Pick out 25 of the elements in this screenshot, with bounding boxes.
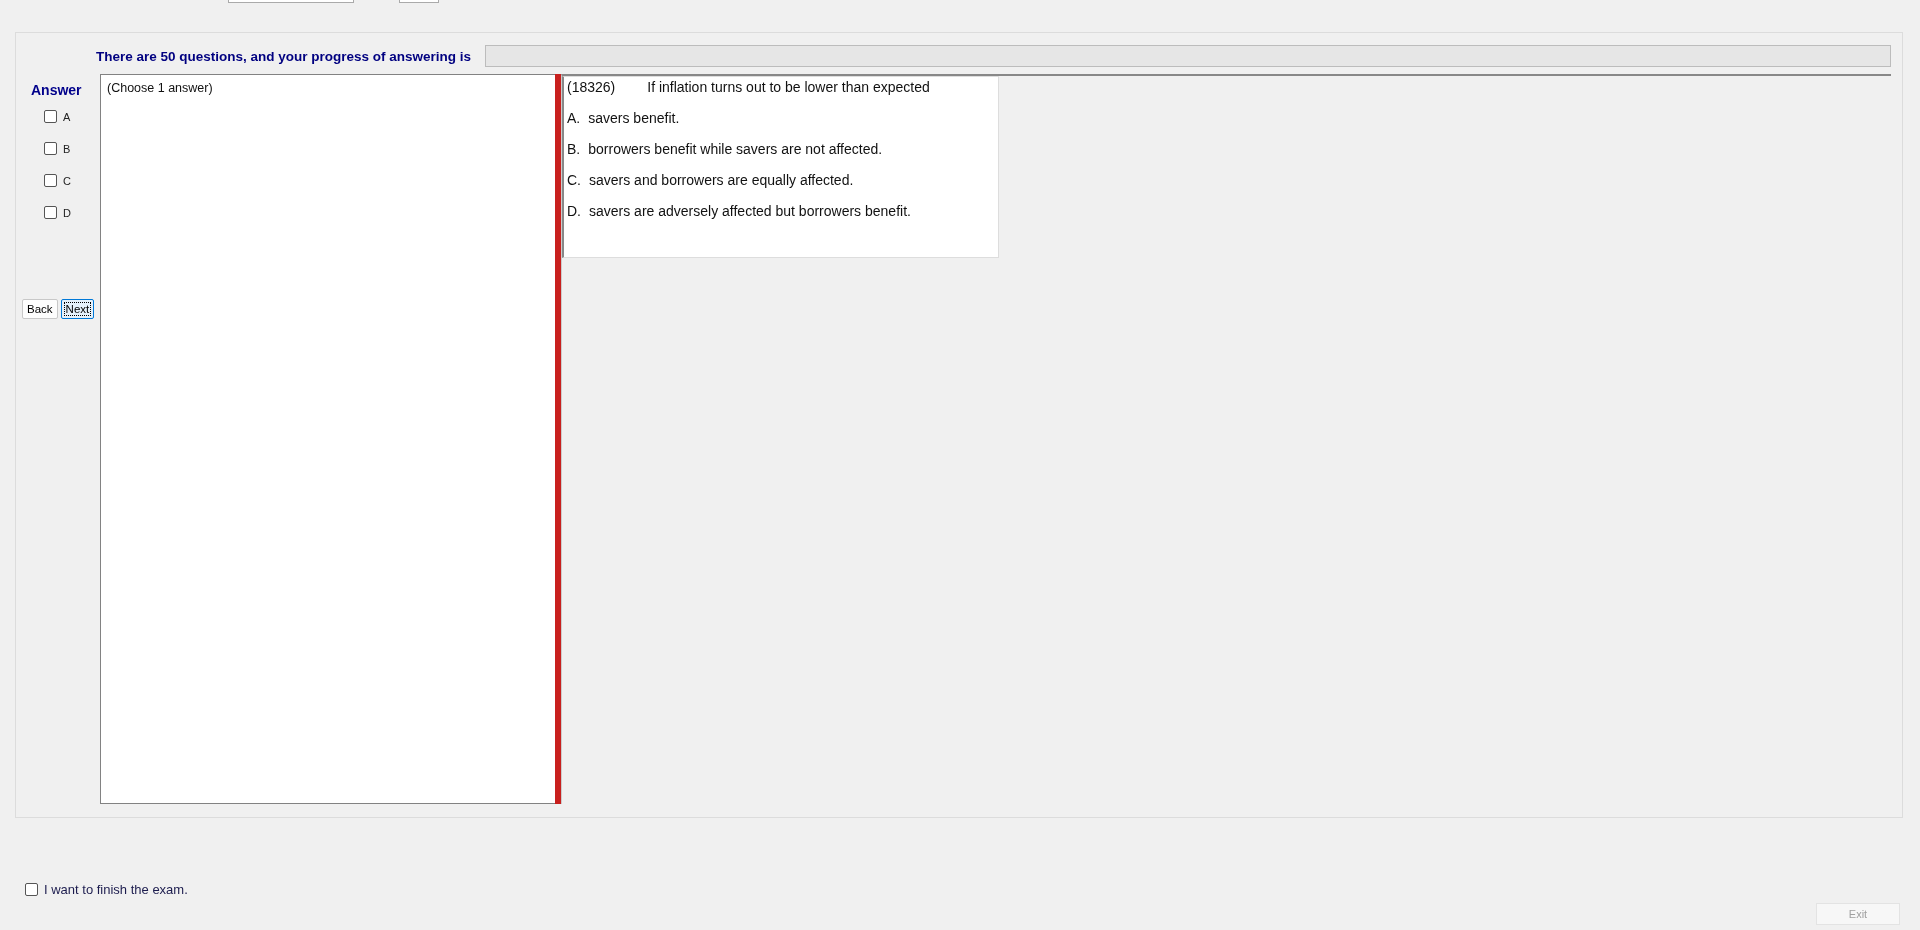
choice-text: savers benefit. xyxy=(588,110,680,126)
choice-letter: C. xyxy=(567,172,581,188)
choice-letter: D. xyxy=(567,203,581,219)
choice-text: savers are adversely affected but borrowers benefit. xyxy=(589,203,911,219)
checkbox[interactable] xyxy=(25,883,38,896)
question-number: (18326) xyxy=(567,79,616,95)
checkbox[interactable] xyxy=(44,110,57,123)
answer-box[interactable]: (Choose 1 answer) xyxy=(100,74,555,804)
choice-text: savers and borrowers are equally affected. xyxy=(589,172,854,188)
next-button[interactable]: Next xyxy=(60,299,95,319)
question-text: If inflation turns out to be lower than expected xyxy=(647,79,930,95)
back-button[interactable]: Back xyxy=(22,299,58,319)
choice-letter: B. xyxy=(567,141,581,157)
choice-letter: A. xyxy=(567,110,581,126)
checkbox[interactable] xyxy=(44,206,57,219)
checkbox[interactable] xyxy=(44,142,57,155)
progress-label: There are 50 questions, and your progress of answering is xyxy=(96,48,472,64)
option-label: B xyxy=(63,142,71,155)
option-label: C xyxy=(63,174,71,187)
option-label: A xyxy=(63,110,71,123)
checkbox[interactable] xyxy=(44,174,57,187)
choice-text: borrowers benefit while savers are not affected. xyxy=(588,141,883,157)
option-label: D xyxy=(63,206,71,219)
answer-title: Answer xyxy=(31,82,82,98)
finish-label: I want to finish the exam. xyxy=(44,882,188,897)
